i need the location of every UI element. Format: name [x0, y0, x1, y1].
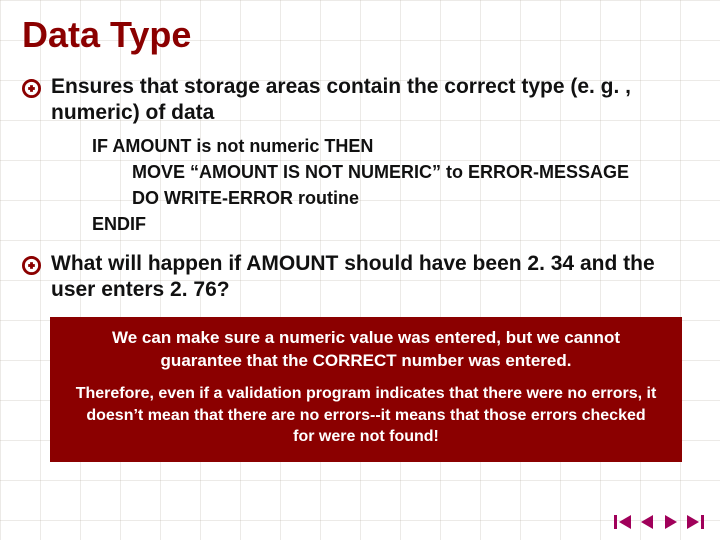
bullet-item: Ensures that storage areas contain the c… [22, 74, 700, 127]
code-line: DO WRITE-ERROR routine [92, 185, 700, 211]
code-line: ENDIF [92, 211, 700, 237]
callout-paragraph: Therefore, even if a validation program … [74, 383, 658, 448]
bullet-text: What will happen if AMOUNT should have b… [51, 251, 700, 304]
nav-last-button[interactable] [684, 512, 706, 532]
callout-paragraph: We can make sure a numeric value was ent… [74, 327, 658, 373]
bullet-item: What will happen if AMOUNT should have b… [22, 251, 700, 304]
slide-title: Data Type [22, 14, 700, 56]
slide-nav [612, 512, 706, 532]
callout-box: We can make sure a numeric value was ent… [50, 317, 682, 462]
pseudocode-block: IF AMOUNT is not numeric THEN MOVE “AMOU… [92, 133, 700, 237]
bullet-icon [22, 256, 41, 275]
bullet-text: Ensures that storage areas contain the c… [51, 74, 700, 127]
code-line: IF AMOUNT is not numeric THEN [92, 133, 700, 159]
code-line: MOVE “AMOUNT IS NOT NUMERIC” to ERROR-ME… [92, 159, 700, 185]
slide: Data Type Ensures that storage areas con… [0, 0, 720, 540]
nav-first-button[interactable] [612, 512, 634, 532]
bullet-icon [22, 79, 41, 98]
nav-prev-button[interactable] [636, 512, 658, 532]
nav-next-button[interactable] [660, 512, 682, 532]
